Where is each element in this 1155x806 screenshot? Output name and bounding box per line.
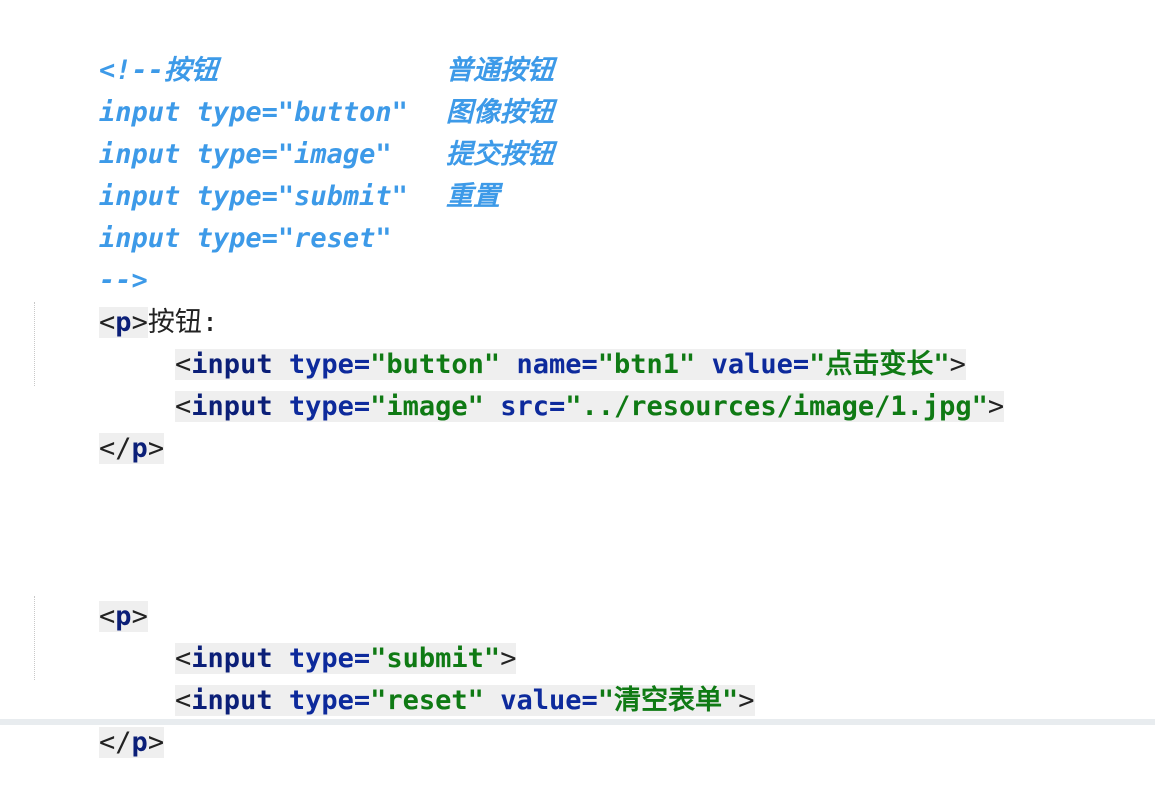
comment-open-line: <!--按钮 — [34, 8, 218, 86]
comment-desc: 提交按钮 — [446, 139, 554, 170]
code-line-input-submit: <input type="submit"> — [34, 596, 517, 674]
horizontal-scrollbar[interactable] — [0, 719, 1155, 725]
p-close-tag: </p> — [99, 433, 165, 464]
code-editor[interactable]: <!--按钮 input type="button" 普通按钮 input ty… — [0, 0, 1155, 758]
input-image-tag: <input type="image" src="../resources/im… — [175, 391, 1005, 422]
comment-line-button: input type="button" 普通按钮 — [34, 50, 554, 128]
comment-line-image: input type="image" 图像按钮 — [34, 92, 554, 170]
comment-desc: 普通按钮 — [446, 55, 554, 86]
code-line-p2-open: <p> — [34, 554, 148, 632]
code-line-input-image: <input type="image" src="../resources/im… — [34, 344, 1005, 422]
code-line-p2-close: </p> — [34, 680, 165, 758]
code-line-input-button: <input type="button" name="btn1" value="… — [34, 302, 966, 380]
code-line-p1-open: <p>按钮: — [34, 260, 218, 338]
code-line-p1-close: </p> — [34, 386, 165, 464]
p-close-tag: </p> — [99, 727, 165, 758]
comment-line-submit: input type="submit" 提交按钮 — [34, 134, 554, 212]
code-line-input-reset: <input type="reset" value="清空表单"> — [34, 638, 755, 716]
input-reset-tag: <input type="reset" value="清空表单"> — [175, 685, 755, 716]
comment-desc: 图像按钮 — [446, 97, 554, 128]
comment-desc: 重置 — [446, 181, 500, 212]
comment-close-line: --> — [34, 218, 148, 296]
comment-line-reset: input type="reset" 重置 — [34, 176, 500, 254]
